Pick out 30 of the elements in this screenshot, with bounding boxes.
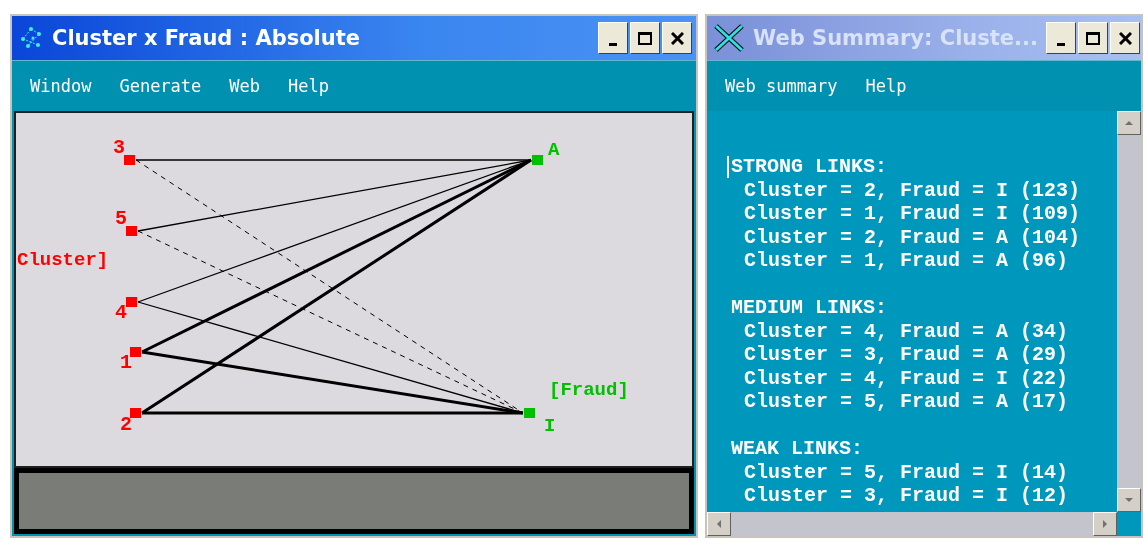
node-label: A [548,139,560,161]
menu-item[interactable]: Window [30,76,92,96]
section-heading: MEDIUM LINKS: [731,296,888,320]
menu-item[interactable]: Web summary [725,76,838,96]
link-entry: Cluster = 2, Fraud = I (123) [743,178,1081,202]
menu-item[interactable]: Help [865,76,907,96]
window-title: Cluster x Fraud : Absolute [52,26,362,50]
link-entry: Cluster = 3, Fraud = A (29) [743,343,1069,367]
link-entry: Cluster = 5, Fraud = A (17) [743,390,1069,414]
axis-label: [Fraud] [549,379,629,401]
node-label: 4 [115,301,127,324]
link-entry: Cluster = 4, Fraud = I (22) [743,366,1069,390]
node-label: 2 [120,413,132,436]
section-heading: STRONG LINKS: [731,155,888,179]
link-entry: Cluster = 2, Fraud = A (104) [743,225,1081,249]
link-entry: Cluster = 1, Fraud = I (109) [743,202,1081,226]
link-entry: Cluster = 3, Fraud = I (12) [743,484,1069,508]
menu-item[interactable]: Generate [119,76,202,96]
window-title: Web Summary: Cluste... [753,26,1039,50]
section-heading: WEAK LINKS: [731,437,864,461]
menu-item[interactable]: Help [288,76,329,96]
node-label: I [544,415,556,437]
node-label: 1 [120,351,132,374]
link-entry: Cluster = 4, Fraud = A (34) [743,319,1069,343]
link-entry: Cluster = 1, Fraud = A (96) [743,249,1069,273]
node-label: 5 [115,207,127,230]
node-label: 3 [113,136,125,159]
axis-label: Cluster] [17,249,109,271]
link-entry: Cluster = 5, Fraud = I (14) [743,460,1069,484]
menu-item[interactable]: Web [229,76,261,96]
